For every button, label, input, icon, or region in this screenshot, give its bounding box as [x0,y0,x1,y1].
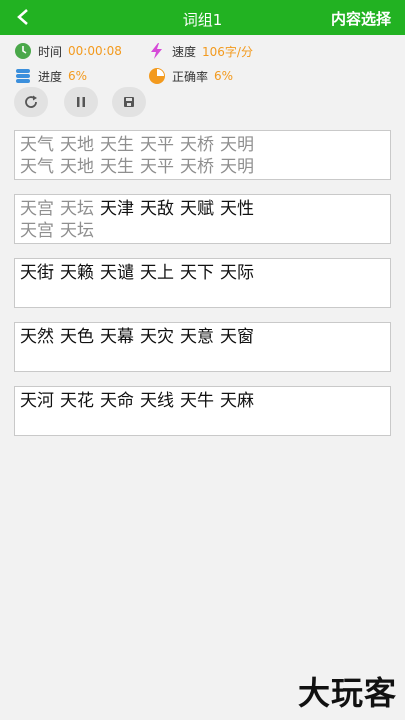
word: 天津 [100,199,134,219]
pause-icon [77,97,85,107]
accuracy-stat: 正确率 6% [148,67,233,85]
target-line: 天宫 天坛 天津 天敌 天赋 天性 [20,198,385,220]
typed-word: 天宫 [20,221,54,241]
typing-box-3[interactable]: 天街 天籁 天谴 天上 天下 天际 [14,258,391,308]
progress-stat: 进度 6% [14,67,87,85]
word: 天赋 [180,199,214,219]
refresh-icon [25,95,37,108]
typed-line: 天气 天地 天生 天平 天桥 天明 [20,156,385,178]
target-line: 天气 天地 天生 天平 天桥 天明 [20,134,385,156]
stats-panel: 时间 00:00:08 速度 106字/分 进度 6% 正确率 6% [0,35,405,87]
word: 天河 [20,391,54,411]
clock-icon [14,42,32,60]
word: 天谴 [100,263,134,283]
top-bar: 词组1 内容选择 [0,0,405,35]
accuracy-label: 正确率 [172,69,209,84]
typing-box-5[interactable]: 天河 天花 天命 天线 天牛 天麻 [14,386,391,436]
accuracy-value: 6% [214,69,234,83]
word: 天命 [100,391,134,411]
typing-box-2[interactable]: 天宫 天坛 天津 天敌 天赋 天性 天宫 天坛 [14,194,391,244]
time-label: 时间 [38,44,63,59]
word: 天地 [60,135,94,155]
stack-icon [14,67,32,85]
word: 天桥 [180,135,214,155]
word: 天籁 [60,263,94,283]
typed-word: 天坛 [60,221,94,241]
typing-box-1[interactable]: 天气 天地 天生 天平 天桥 天明 天气 天地 天生 天平 天桥 天明 [14,130,391,180]
content-select-button[interactable]: 内容选择 [331,8,391,29]
word: 天平 [140,135,174,155]
typed-word: 天明 [220,157,254,177]
typed-word: 天平 [140,157,174,177]
typing-box-4[interactable]: 天然 天色 天幕 天灾 天意 天窗 [14,322,391,372]
lightning-icon [148,42,166,60]
pie-icon [148,67,166,85]
save-icon [124,97,134,107]
typed-word: 天桥 [180,157,214,177]
control-bar [0,87,405,123]
target-line: 天街 天籁 天谴 天上 天下 天际 [20,262,385,284]
word: 天坛 [60,199,94,219]
time-value: 00:00:08 [68,44,122,58]
word: 天下 [180,263,214,283]
watermark-logo: 大玩客 [297,674,397,712]
speed-value: 106字/分 [202,44,253,59]
word: 天性 [220,199,254,219]
target-line: 天河 天花 天命 天线 天牛 天麻 [20,390,385,412]
word: 天生 [100,135,134,155]
progress-label: 进度 [38,69,63,84]
word: 天上 [140,263,174,283]
word: 天色 [60,327,94,347]
word: 天明 [220,135,254,155]
time-stat: 时间 00:00:08 [14,42,122,60]
save-button[interactable] [112,87,146,117]
word: 天际 [220,263,254,283]
word: 天幕 [100,327,134,347]
word: 天灾 [140,327,174,347]
word: 天气 [20,135,54,155]
word: 天街 [20,263,54,283]
typed-word: 天气 [20,157,54,177]
target-line: 天然 天色 天幕 天灾 天意 天窗 [20,326,385,348]
word: 天意 [180,327,214,347]
word: 天敌 [140,199,174,219]
word: 天然 [20,327,54,347]
word: 天宫 [20,199,54,219]
word: 天花 [60,391,94,411]
word: 天窗 [220,327,254,347]
progress-value: 6% [68,69,88,83]
word: 天牛 [180,391,214,411]
pause-button[interactable] [64,87,98,117]
typed-word: 天生 [100,157,134,177]
restart-button[interactable] [14,87,48,117]
speed-stat: 速度 106字/分 [148,42,253,60]
word: 天线 [140,391,174,411]
typed-line: 天宫 天坛 [20,220,385,242]
typed-word: 天地 [60,157,94,177]
speed-label: 速度 [172,44,197,59]
word: 天麻 [220,391,254,411]
